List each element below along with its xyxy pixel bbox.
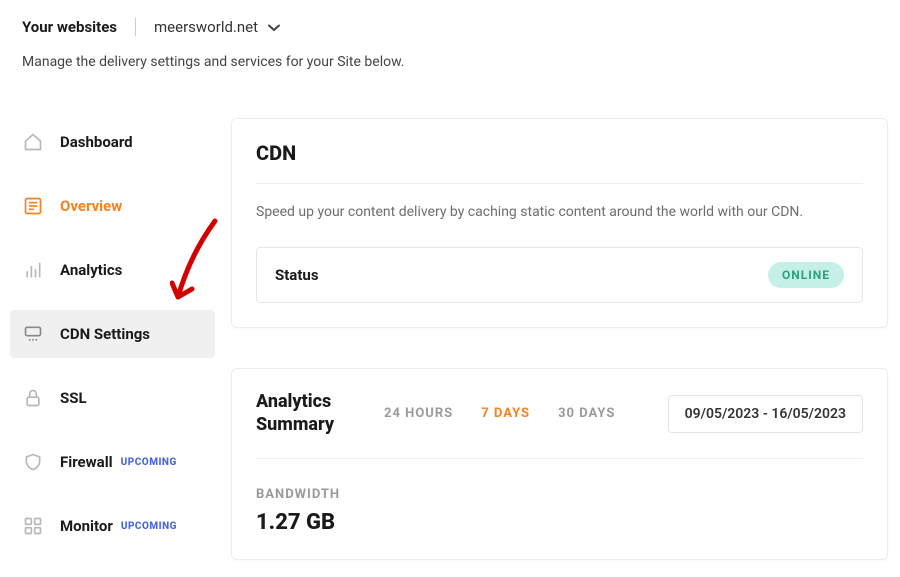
cdn-title: CDN <box>256 141 863 184</box>
sidebar-item-label: CDN Settings <box>60 325 150 343</box>
site-selector[interactable]: meersworld.net <box>154 18 280 36</box>
sidebar-item-label: Overview <box>60 197 122 215</box>
analytics-card: Analytics Summary 24 HOURS 7 DAYS 30 DAY… <box>231 368 888 560</box>
overview-icon <box>22 195 44 217</box>
sidebar-item-label: Monitor <box>60 517 113 535</box>
bandwidth-value: 1.27 GB <box>256 510 863 535</box>
upcoming-badge: UPCOMING <box>121 521 177 532</box>
sidebar-item-firewall[interactable]: Firewall UPCOMING <box>10 438 215 486</box>
header-top: Your websites meersworld.net <box>22 18 878 36</box>
header-label: Your websites <box>22 18 136 36</box>
range-24h[interactable]: 24 HOURS <box>384 406 453 421</box>
analytics-icon <box>22 259 44 281</box>
sidebar-item-analytics[interactable]: Analytics <box>10 246 215 294</box>
header-subtitle: Manage the delivery settings and service… <box>22 54 878 70</box>
sidebar-item-overview[interactable]: Overview <box>10 182 215 230</box>
sidebar-item-cdn-settings[interactable]: CDN Settings <box>10 310 215 358</box>
chevron-down-icon <box>268 24 280 32</box>
cdn-icon <box>22 323 44 345</box>
lock-icon <box>22 387 44 409</box>
sidebar-item-label: Analytics <box>60 261 122 279</box>
bandwidth-label: BANDWIDTH <box>256 487 863 502</box>
header: Your websites meersworld.net Manage the … <box>0 0 900 78</box>
sidebar-item-dashboard[interactable]: Dashboard <box>10 118 215 166</box>
cdn-desc: Speed up your content delivery by cachin… <box>256 202 863 223</box>
sidebar-item-label: SSL <box>60 389 87 407</box>
analytics-header: Analytics Summary 24 HOURS 7 DAYS 30 DAY… <box>256 391 863 459</box>
monitor-icon <box>22 515 44 537</box>
upcoming-badge: UPCOMING <box>121 457 177 468</box>
cdn-card: CDN Speed up your content delivery by ca… <box>231 118 888 328</box>
range-30d[interactable]: 30 DAYS <box>558 406 615 421</box>
layout: Dashboard Overview Analytics CDN Setting… <box>0 118 900 566</box>
analytics-title: Analytics Summary <box>256 391 356 436</box>
home-icon <box>22 131 44 153</box>
range-7d[interactable]: 7 DAYS <box>481 406 530 421</box>
sidebar: Dashboard Overview Analytics CDN Setting… <box>10 118 215 566</box>
site-name: meersworld.net <box>154 18 258 36</box>
sidebar-item-label: Firewall <box>60 453 113 471</box>
date-range-picker[interactable]: 09/05/2023 - 16/05/2023 <box>668 395 863 433</box>
status-label: Status <box>275 266 319 284</box>
bandwidth-block: BANDWIDTH 1.27 GB <box>256 487 863 535</box>
sidebar-item-ssl[interactable]: SSL <box>10 374 215 422</box>
sidebar-item-monitor[interactable]: Monitor UPCOMING <box>10 502 215 550</box>
status-badge: ONLINE <box>768 262 844 288</box>
main: CDN Speed up your content delivery by ca… <box>231 118 888 566</box>
shield-icon <box>22 451 44 473</box>
range-tabs: 24 HOURS 7 DAYS 30 DAYS <box>384 406 615 421</box>
cdn-status-box: Status ONLINE <box>256 247 863 303</box>
sidebar-item-label: Dashboard <box>60 133 133 151</box>
